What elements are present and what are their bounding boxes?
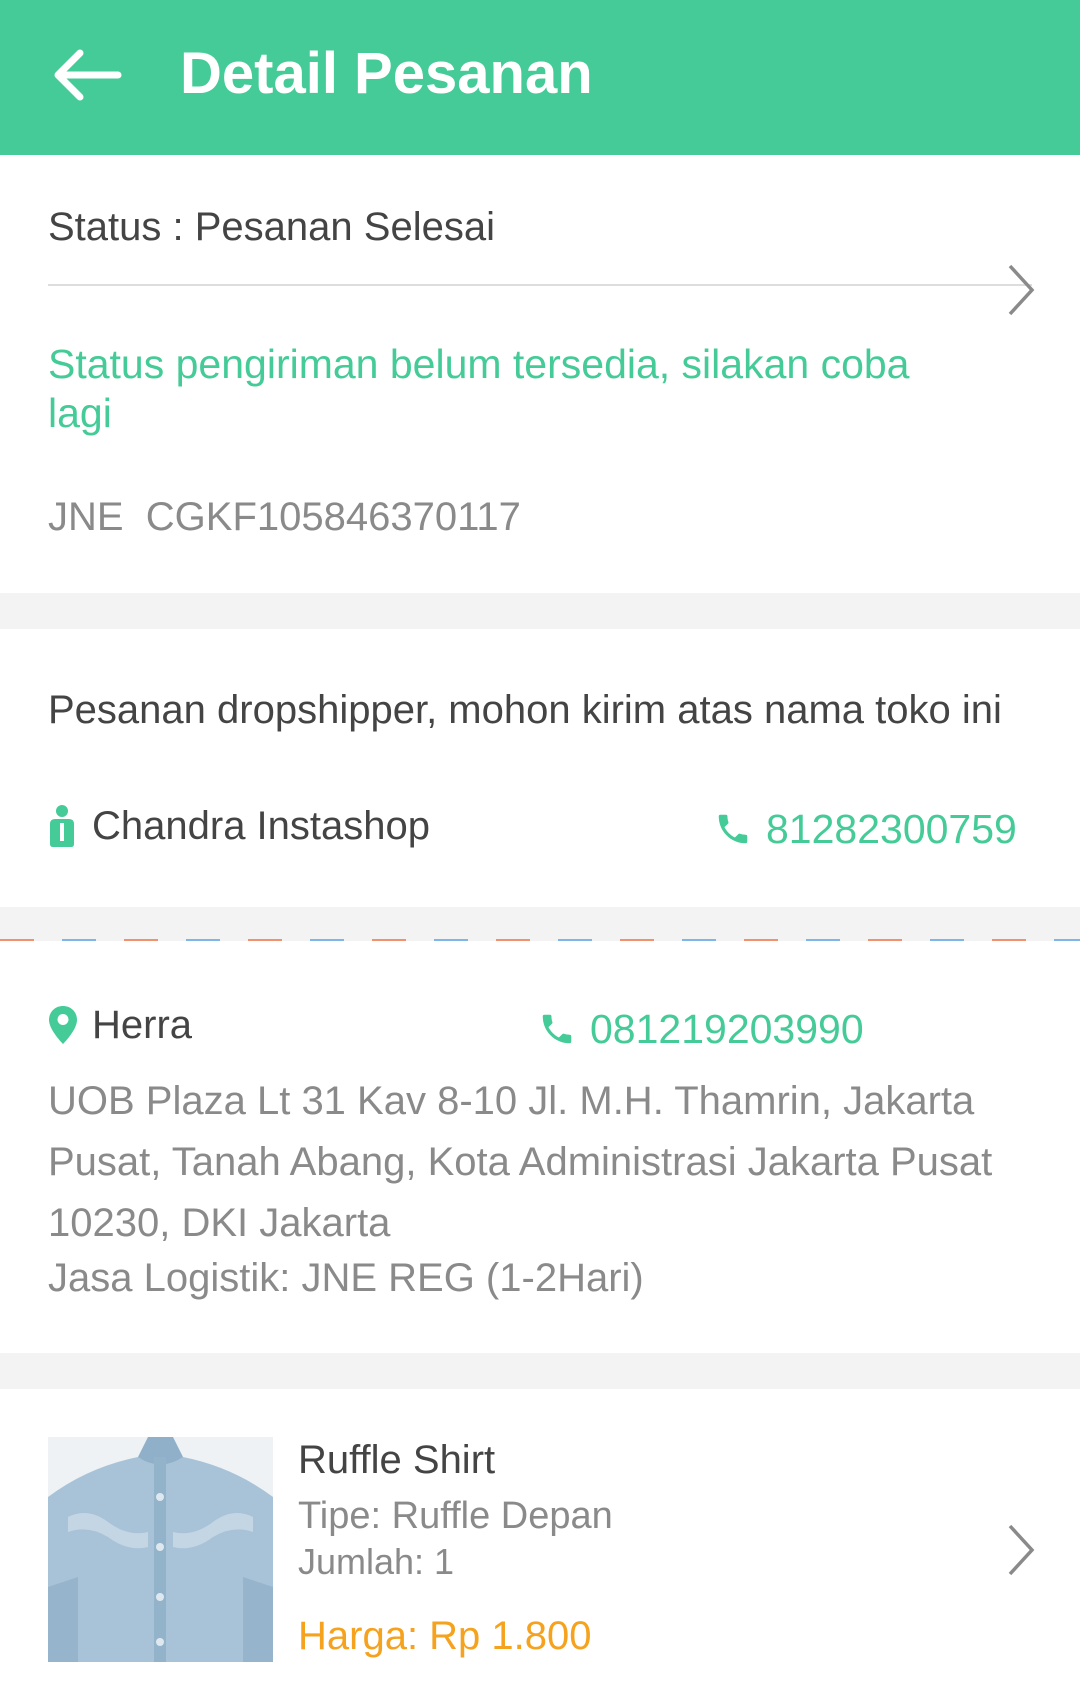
app-bar: Detail Pesanan (0, 0, 1080, 155)
product-type: Tipe: Ruffle Depan (298, 1495, 613, 1537)
order-status-section: Status : Pesanan Selesai Status pengirim… (0, 155, 1080, 593)
person-icon (50, 805, 74, 847)
dropshipper-section: Pesanan dropshipper, mohon kirim atas na… (0, 629, 1080, 907)
page-title: Detail Pesanan (180, 41, 593, 106)
recipient-phone-number: 081219203990 (590, 1006, 864, 1052)
recipient-name: Herra (92, 1003, 193, 1047)
tracking-number: JNE CGKF105846370117 (48, 495, 521, 539)
logistics-info: Jasa Logistik: JNE REG (1-2Hari) (48, 1256, 644, 1300)
product-quantity: Jumlah: 1 (298, 1541, 455, 1582)
recipient-phone[interactable]: 081219203990 (538, 1001, 864, 1057)
chevron-right-icon[interactable] (1000, 260, 1040, 320)
arrow-left-icon (54, 49, 122, 101)
back-button[interactable] (40, 35, 132, 115)
order-status-text: Status : Pesanan Selesai (48, 205, 495, 249)
product-name: Ruffle Shirt (298, 1438, 496, 1482)
dropshipper-message: Pesanan dropshipper, mohon kirim atas na… (48, 688, 1002, 732)
store-phone[interactable]: 81282300759 (714, 801, 1017, 857)
store-name: Chandra Instashop (92, 804, 431, 848)
store-phone-number: 81282300759 (766, 806, 1017, 852)
recipient-address: UOB Plaza Lt 31 Kav 8-10 Jl. M.H. Thamri… (48, 1079, 993, 1245)
store-info: Chandra Instashop (48, 799, 430, 853)
chevron-right-icon[interactable] (1000, 1520, 1040, 1580)
phone-icon (542, 1014, 572, 1044)
divider (48, 284, 1032, 286)
shipping-status-link[interactable]: Status pengiriman belum tersedia, silaka… (48, 340, 948, 438)
product-price: Harga: Rp 1.800 (298, 1614, 592, 1658)
product-item[interactable]: Ruffle Shirt Tipe: Ruffle Depan Jumlah: … (0, 1389, 1080, 1690)
recipient-info: Herra (48, 998, 192, 1052)
phone-icon (718, 814, 748, 844)
product-image (48, 1437, 273, 1662)
location-pin-icon (49, 1006, 77, 1044)
